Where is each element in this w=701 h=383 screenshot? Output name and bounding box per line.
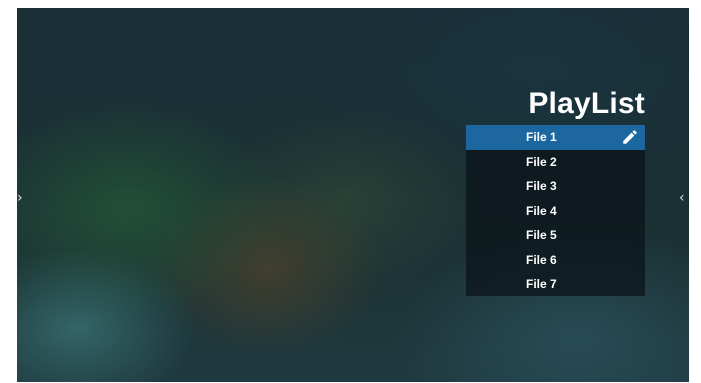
playlist-item-file-5[interactable]: File 5 [466,223,645,248]
playlist-item-file-3[interactable]: File 3 [466,174,645,199]
nav-right-arrow-left-edge[interactable]: › [17,191,23,205]
playlist-item-file-7[interactable]: File 7 [466,272,645,297]
playlist-item-file-2[interactable]: File 2 [466,150,645,175]
playlist-file-list: File 1 File 2 File 3 File 4 File 5 File … [466,125,645,296]
playlist-title: PlayList [528,87,645,120]
pencil-icon[interactable] [621,128,639,146]
playlist-item-label: File 6 [526,252,557,267]
playlist-item-label: File 7 [526,277,557,291]
playlist-item-file-4[interactable]: File 4 [466,199,645,224]
playlist-item-label: File 5 [526,228,557,242]
nav-left-arrow-right-edge[interactable]: ‹ [679,191,685,205]
playlist-item-label: File 4 [526,203,557,218]
playlist-item-file-6[interactable]: File 6 [466,248,645,273]
screen: › ‹ PlayList File 1 File 2 File 3 File 4… [17,8,689,382]
playlist-item-file-1[interactable]: File 1 [466,125,645,150]
playlist-item-label: File 1 [526,130,557,144]
playlist-item-label: File 2 [526,154,557,169]
playlist-item-label: File 3 [526,179,557,193]
